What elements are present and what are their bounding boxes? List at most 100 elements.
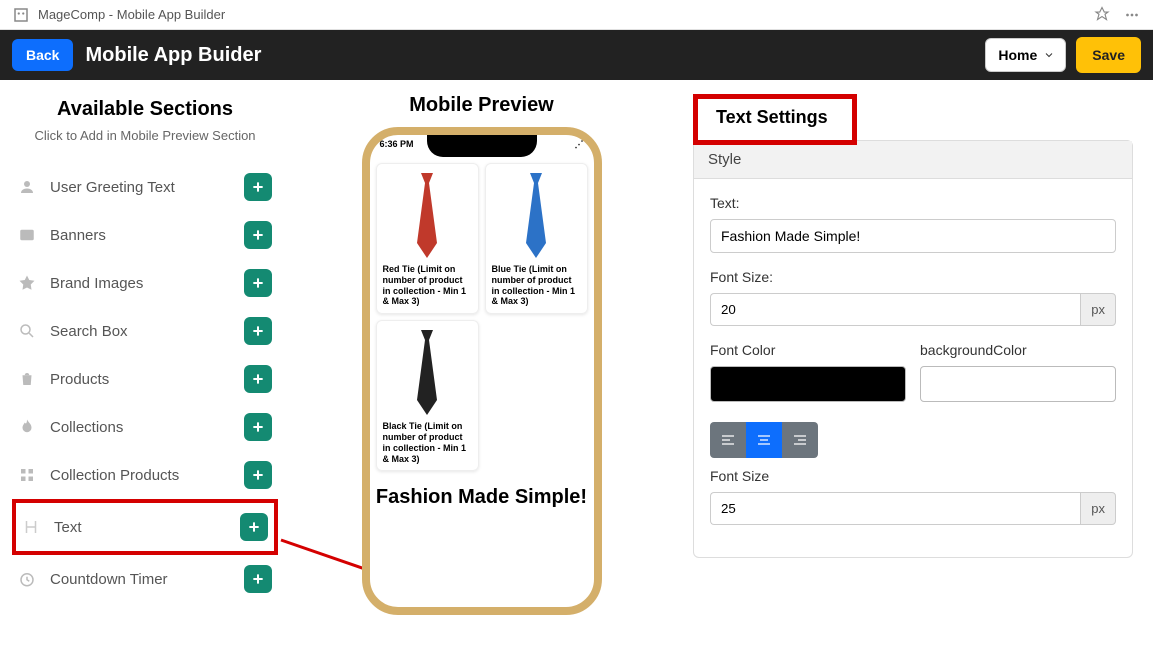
plus-icon bbox=[250, 179, 266, 195]
text-input[interactable] bbox=[710, 219, 1116, 253]
mobile-preview-column: Mobile Preview 6:36 PM ⋰ Red Tie (Limit … bbox=[290, 80, 673, 650]
section-collections: Collections bbox=[12, 403, 278, 451]
plus-icon bbox=[250, 227, 266, 243]
magecomp-logo-icon bbox=[12, 6, 30, 24]
section-label: Collection Products bbox=[50, 467, 179, 484]
align-right-button[interactable] bbox=[782, 422, 818, 458]
product-name: Red Tie (Limit on number of product in c… bbox=[383, 264, 472, 307]
settings-title: Text Settings bbox=[716, 107, 828, 127]
align-center-button[interactable] bbox=[746, 422, 782, 458]
app-title: Mobile App Buider bbox=[85, 44, 261, 67]
product-card[interactable]: Black Tie (Limit on number of product in… bbox=[376, 320, 479, 471]
plus-icon bbox=[250, 467, 266, 483]
tie-icon bbox=[407, 173, 447, 258]
product-name: Blue Tie (Limit on number of product in … bbox=[492, 264, 581, 307]
section-label: Collections bbox=[50, 419, 123, 436]
align-right-icon bbox=[792, 432, 808, 448]
tie-icon bbox=[516, 173, 556, 258]
font-size-label: Font Size: bbox=[710, 269, 1116, 285]
add-banners-button[interactable] bbox=[244, 221, 272, 249]
section-label: Search Box bbox=[50, 323, 128, 340]
save-button[interactable]: Save bbox=[1076, 37, 1141, 73]
style-panel-header[interactable]: Style bbox=[694, 141, 1132, 179]
section-label: Brand Images bbox=[50, 275, 143, 292]
add-brand-images-button[interactable] bbox=[244, 269, 272, 297]
user-icon bbox=[18, 178, 36, 196]
star-icon bbox=[18, 274, 36, 292]
add-collections-button[interactable] bbox=[244, 413, 272, 441]
product-card[interactable]: Blue Tie (Limit on number of product in … bbox=[485, 163, 588, 314]
add-countdown-button[interactable] bbox=[244, 565, 272, 593]
section-label: Text bbox=[54, 519, 82, 536]
clock-icon bbox=[18, 570, 36, 588]
product-card[interactable]: Red Tie (Limit on number of product in c… bbox=[376, 163, 479, 314]
chevron-down-icon bbox=[1043, 49, 1055, 61]
add-text-button[interactable] bbox=[240, 513, 268, 541]
text-align-group bbox=[710, 422, 818, 458]
font-color-picker[interactable] bbox=[710, 366, 906, 402]
product-name: Black Tie (Limit on number of product in… bbox=[383, 421, 472, 464]
text-field-label: Text: bbox=[710, 195, 1116, 211]
section-label: Banners bbox=[50, 227, 106, 244]
section-label: Products bbox=[50, 371, 109, 388]
add-collection-products-button[interactable] bbox=[244, 461, 272, 489]
phone-notch bbox=[427, 135, 537, 157]
plus-icon bbox=[250, 275, 266, 291]
plus-icon bbox=[250, 571, 266, 587]
editor-top-bar: MageComp - Mobile App Builder bbox=[0, 0, 1153, 30]
top-bar-title: MageComp - Mobile App Builder bbox=[38, 7, 225, 22]
px-suffix: px bbox=[1080, 492, 1116, 525]
page-select[interactable]: Home bbox=[985, 38, 1066, 72]
section-label: Countdown Timer bbox=[50, 571, 168, 588]
section-brand-images: Brand Images bbox=[12, 259, 278, 307]
preview-text-block[interactable]: Fashion Made Simple! bbox=[376, 485, 588, 509]
section-search-box: Search Box bbox=[12, 307, 278, 355]
preview-title: Mobile Preview bbox=[409, 94, 554, 117]
font-color-label: Font Color bbox=[710, 342, 906, 358]
plus-icon bbox=[250, 323, 266, 339]
bg-color-label: backgroundColor bbox=[920, 342, 1116, 358]
align-left-button[interactable] bbox=[710, 422, 746, 458]
product-grid: Red Tie (Limit on number of product in c… bbox=[376, 163, 588, 471]
text-settings-panel: Text Settings Style Text: Font Size: px … bbox=[673, 80, 1153, 650]
plus-icon bbox=[250, 371, 266, 387]
phone-frame: 6:36 PM ⋰ Red Tie (Limit on number of pr… bbox=[362, 127, 602, 615]
heading-icon bbox=[22, 518, 40, 536]
bag-icon bbox=[18, 370, 36, 388]
pin-icon[interactable] bbox=[1093, 6, 1111, 24]
tie-icon bbox=[407, 330, 447, 415]
grid-icon bbox=[18, 466, 36, 484]
section-collection-products: Collection Products bbox=[12, 451, 278, 499]
settings-title-highlight: Text Settings bbox=[693, 94, 857, 145]
section-user-greeting: User Greeting Text bbox=[12, 163, 278, 211]
fire-icon bbox=[18, 418, 36, 436]
section-text: Text bbox=[12, 499, 278, 555]
search-icon bbox=[18, 322, 36, 340]
section-countdown-timer: Countdown Timer bbox=[12, 555, 278, 603]
section-label: User Greeting Text bbox=[50, 179, 175, 196]
page-select-value: Home bbox=[998, 47, 1037, 63]
font-size-input[interactable] bbox=[710, 293, 1080, 326]
plus-icon bbox=[246, 519, 262, 535]
px-suffix: px bbox=[1080, 293, 1116, 326]
add-products-button[interactable] bbox=[244, 365, 272, 393]
plus-icon bbox=[250, 419, 266, 435]
sidebar-title: Available Sections bbox=[12, 98, 278, 121]
section-products: Products bbox=[12, 355, 278, 403]
line-height-label: Font Size bbox=[710, 468, 1116, 484]
add-user-greeting-button[interactable] bbox=[244, 173, 272, 201]
wifi-icon: ⋰ bbox=[575, 139, 584, 153]
available-sections-sidebar: Available Sections Click to Add in Mobil… bbox=[0, 80, 290, 650]
back-button[interactable]: Back bbox=[12, 39, 73, 71]
section-banners: Banners bbox=[12, 211, 278, 259]
align-center-icon bbox=[756, 432, 772, 448]
more-icon[interactable] bbox=[1123, 6, 1141, 24]
bg-color-picker[interactable] bbox=[920, 366, 1116, 402]
image-icon bbox=[18, 226, 36, 244]
app-header: Back Mobile App Buider Home Save bbox=[0, 30, 1153, 80]
status-time: 6:36 PM bbox=[380, 139, 414, 153]
align-left-icon bbox=[720, 432, 736, 448]
sidebar-subtitle: Click to Add in Mobile Preview Section bbox=[12, 127, 278, 145]
add-search-box-button[interactable] bbox=[244, 317, 272, 345]
line-height-input[interactable] bbox=[710, 492, 1080, 525]
